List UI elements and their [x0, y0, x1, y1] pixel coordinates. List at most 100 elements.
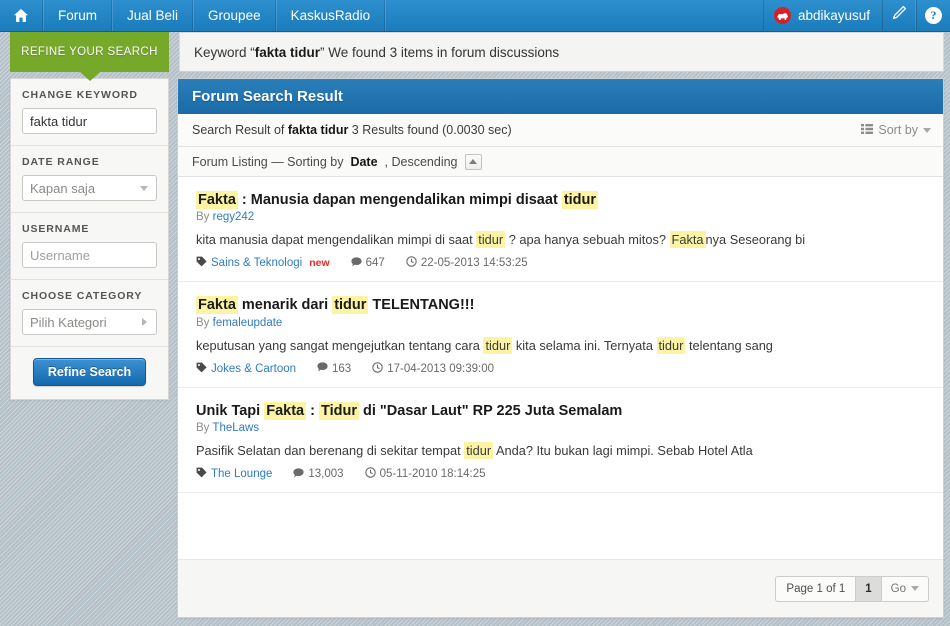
avatar: [773, 7, 791, 24]
pencil-icon: [891, 5, 907, 26]
tag-icon: [196, 362, 207, 376]
result-title[interactable]: Unik Tapi Fakta : Tidur di "Dasar Laut" …: [196, 401, 925, 420]
result-date: 17-04-2013 09:39:00: [387, 362, 494, 375]
sidebar-group-date-range: DATE RANGE Kapan saja: [11, 146, 168, 213]
chevron-down-icon: [140, 185, 148, 191]
top-navigation-bar: Forum Jual Beli Groupee KaskusRadio abdi…: [0, 0, 950, 32]
snippet-text: ? apa hanya sebuah mitos?: [505, 232, 670, 248]
home-icon: [13, 8, 29, 23]
chevron-down-icon: [911, 586, 919, 591]
nav-item-groupee[interactable]: Groupee: [193, 0, 276, 31]
highlight-term: Fakta: [196, 191, 238, 209]
pager-current-page[interactable]: 1: [855, 576, 882, 601]
nav-left-group: Forum Jual Beli Groupee KaskusRadio: [0, 0, 386, 31]
snippet-text: telentang sang: [685, 337, 773, 353]
title-text: : Manusia dapan mengendalikan mimpi disa…: [237, 192, 562, 208]
user-menu[interactable]: abdikayusuf: [762, 0, 882, 31]
list-icon: [861, 123, 874, 137]
nav-spacer: [385, 0, 763, 31]
reply-count: 163: [332, 362, 352, 375]
snippet-text: Anda? Itu bukan lagi mimpi. Sebab Hotel …: [493, 442, 753, 458]
chevron-down-icon: [923, 127, 931, 133]
result-title[interactable]: Fakta : Manusia dapan mengendalikan mimp…: [196, 191, 925, 209]
sort-by-button[interactable]: Sort by: [861, 123, 931, 137]
author-link[interactable]: regy242: [213, 211, 255, 223]
keyword-suffix: ” We found 3 items in forum discussions: [320, 44, 560, 60]
chevron-right-icon: [142, 318, 147, 326]
highlight-term: tidur: [464, 441, 494, 459]
snippet-text: kita selama ini. Ternyata: [512, 337, 657, 353]
nav-right-group: abdikayusuf ?: [762, 0, 950, 31]
collapse-up-icon[interactable]: [464, 153, 482, 170]
result-list: Fakta : Manusia dapan mengendalikan mimp…: [178, 177, 943, 559]
result-prefix: Search Result of: [192, 123, 288, 137]
keyword-value: fakta tidur: [254, 44, 321, 60]
pager-go-label: Go: [890, 582, 906, 595]
nav-item-forum[interactable]: Forum: [43, 0, 113, 31]
highlight-term: Fakta: [264, 401, 307, 420]
result-author-line: By femaleupdate: [196, 317, 925, 329]
snippet-text: Pasifik Selatan dan berenang di sekitar …: [196, 442, 465, 458]
nav-item-jual-beli[interactable]: Jual Beli: [112, 0, 194, 31]
category-select[interactable]: Pilih Kategori: [22, 309, 157, 335]
result-author-line: By TheLaws: [196, 422, 925, 434]
compose-button[interactable]: [882, 0, 916, 31]
page-body: CHANGE KEYWORD DATE RANGE Kapan saja USE…: [0, 72, 950, 618]
listing-sort-dir: , Descending: [384, 154, 458, 169]
reply-count-group: 13,003: [293, 468, 344, 481]
title-text: :: [306, 402, 319, 419]
username-input[interactable]: [22, 242, 157, 268]
refine-search-button[interactable]: Refine Search: [32, 358, 147, 386]
pager-go-button[interactable]: Go: [882, 577, 928, 601]
highlight-term: tidur: [656, 336, 686, 354]
change-keyword-label: CHANGE KEYWORD: [22, 89, 138, 101]
result-snippet: keputusan yang sangat mengejutkan tentan…: [196, 336, 925, 354]
category-link[interactable]: Sains & Teknologi: [211, 257, 302, 269]
author-link[interactable]: femaleupdate: [213, 317, 283, 329]
date-range-select[interactable]: Kapan saja: [22, 175, 157, 201]
highlight-term: tidur: [332, 296, 369, 315]
username-label-field: USERNAME: [22, 223, 90, 235]
result-snippet: Pasifik Selatan dan berenang di sekitar …: [196, 441, 925, 459]
keyword-summary-bar: Keyword “fakta tidur” We found 3 items i…: [179, 32, 944, 72]
highlight-term: Fakta: [196, 296, 238, 315]
keyword-input[interactable]: [22, 108, 157, 134]
home-button[interactable]: [0, 0, 43, 31]
help-button[interactable]: ?: [916, 0, 950, 31]
category-link[interactable]: Jokes & Cartoon: [211, 363, 296, 375]
forum-search-result-panel: Forum Search Result Search Result of fak…: [177, 78, 944, 618]
date-range-label: DATE RANGE: [22, 156, 100, 168]
snippet-text: keputusan yang sangat mengejutkan tentan…: [196, 337, 484, 353]
listing-sort-field: Date: [350, 154, 378, 169]
title-text: di "Dasar Laut" RP 225 Juta Semalam: [358, 402, 623, 419]
username-label: abdikayusuf: [797, 8, 870, 23]
category-link[interactable]: The Lounge: [211, 468, 272, 480]
search-summary-strip: REFINE YOUR SEARCH Keyword “fakta tidur”…: [0, 32, 950, 72]
choose-category-label: CHOOSE CATEGORY: [22, 290, 143, 302]
reply-count-group: 163: [317, 362, 351, 375]
comment-icon: [317, 362, 328, 375]
title-text: Unik Tapi: [196, 402, 265, 419]
result-title[interactable]: Fakta menarik dari tidur TELENTANG!!!: [196, 296, 925, 315]
listing-prefix: Forum Listing — Sorting by: [192, 154, 344, 169]
title-text: menarik dari: [237, 297, 333, 314]
clock-icon: [406, 256, 417, 270]
by-label: By: [196, 421, 213, 434]
date-range-value: Kapan saja: [30, 180, 96, 196]
result-date: 05-11-2010 18:14:25: [379, 468, 486, 481]
refine-your-search-tab[interactable]: REFINE YOUR SEARCH: [10, 32, 169, 72]
highlight-term: tidur: [476, 231, 506, 249]
highlight-term: tidur: [561, 191, 599, 209]
nav-item-kaskusradio[interactable]: KaskusRadio: [275, 0, 386, 31]
reply-count-group: 647: [351, 257, 385, 270]
result-date: 22-05-2013 14:53:25: [420, 257, 528, 270]
sidebar-group-change-keyword: CHANGE KEYWORD: [11, 79, 168, 146]
result-count-bar: Search Result of fakta tidur 3 Results f…: [178, 114, 943, 147]
snippet-text: nya Seseorang bi: [705, 232, 806, 248]
author-link[interactable]: TheLaws: [212, 422, 259, 434]
tag-icon: [196, 256, 207, 270]
by-label: By: [196, 211, 213, 224]
help-icon: ?: [925, 7, 942, 24]
forum-listing-bar: Forum Listing — Sorting by Date , Descend…: [178, 147, 943, 177]
result-count-text: Search Result of fakta tidur 3 Results f…: [192, 123, 512, 137]
